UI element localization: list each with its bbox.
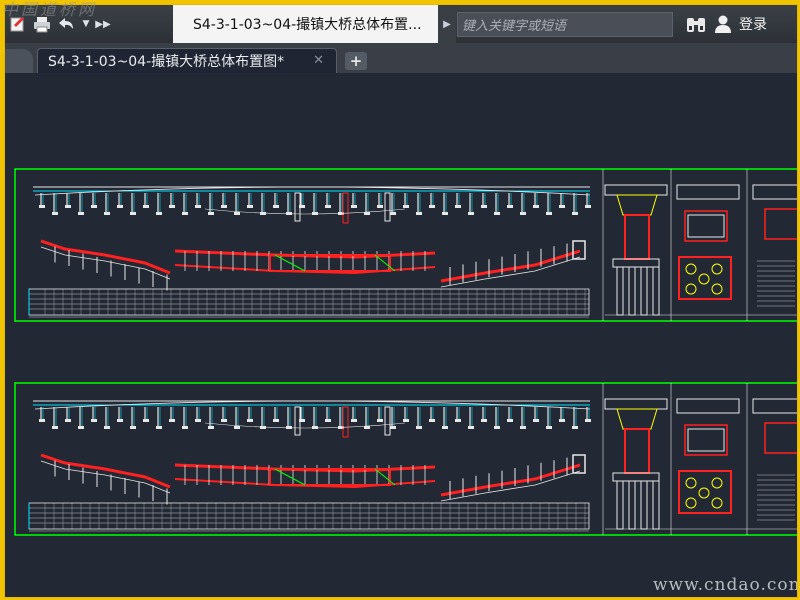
document-title: S4-3-1-03~04-撮镇大桥总体布置... (173, 5, 438, 43)
tab-document[interactable]: S4-3-1-03~04-撮镇大桥总体布置图* ✕ (37, 48, 337, 73)
drawing-canvas[interactable] (5, 73, 797, 597)
binoculars-icon[interactable] (685, 15, 707, 35)
login-label: 登录 (739, 17, 767, 33)
search-input[interactable]: 键入关键字或短语 (457, 12, 673, 37)
title-arrow-icon[interactable]: ▶ (438, 5, 456, 43)
user-icon (715, 15, 731, 33)
logo-watermark: 中国道桥网 (2, 0, 98, 19)
drawing-sheets (14, 168, 797, 536)
title-bar: ▼ ▶▶ S4-3-1-03~04-撮镇大桥总体布置... ▶ 键入关键字或短语… (5, 5, 797, 43)
close-icon[interactable]: ✕ (313, 53, 324, 68)
app-window: ▼ ▶▶ S4-3-1-03~04-撮镇大桥总体布置... ▶ 键入关键字或短语… (4, 4, 798, 598)
plus-icon[interactable]: + (345, 52, 367, 70)
drawing-sheet-lower (14, 382, 797, 536)
site-watermark: www.cndao.com (653, 575, 798, 595)
drawing-sheet-upper (14, 168, 797, 322)
tab-label: S4-3-1-03~04-撮镇大桥总体布置图* (48, 54, 285, 70)
document-tab-bar: S4-3-1-03~04-撮镇大桥总体布置图* ✕ + (5, 43, 797, 73)
expand-icon[interactable]: ▶▶ (95, 13, 111, 35)
login-button[interactable]: 登录 (713, 5, 767, 43)
tab-scroll-left[interactable] (5, 49, 33, 73)
